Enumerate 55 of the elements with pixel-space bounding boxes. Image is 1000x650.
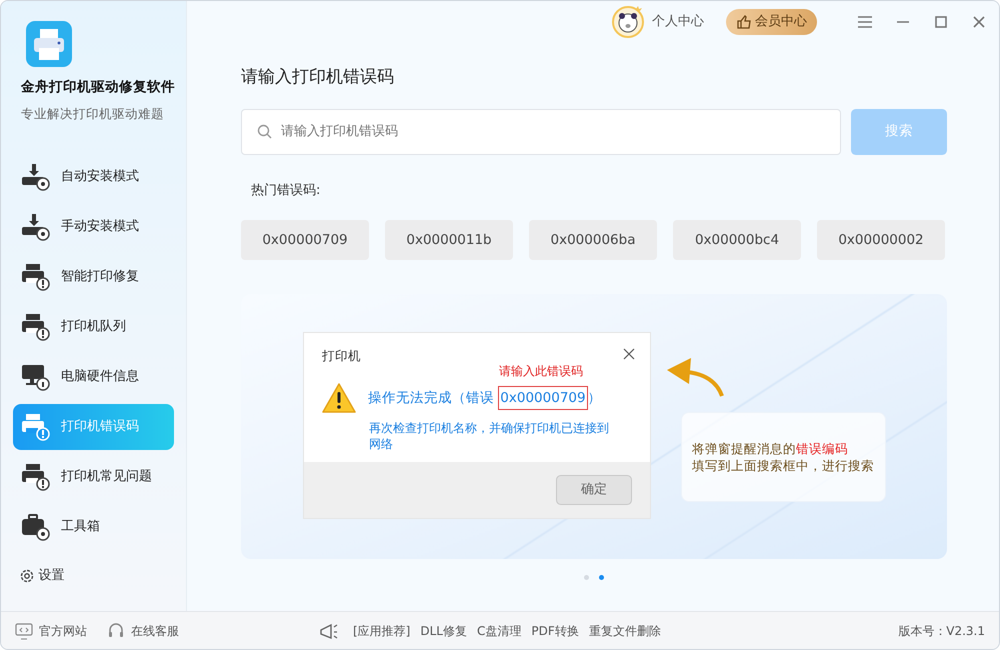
- annotation-text: 请输入此错误码: [499, 362, 584, 380]
- headset-icon: [107, 622, 125, 640]
- nav-item[interactable]: 智能打印修复: [13, 254, 174, 300]
- promo-label: [应用推荐]: [353, 622, 410, 640]
- tip-text: 将弹窗提醒消息的错误编码: [692, 440, 849, 457]
- support-link[interactable]: 在线客服: [131, 622, 179, 640]
- app-name: 金舟打印机驱动修复软件: [21, 78, 176, 97]
- search-icon: [257, 124, 272, 138]
- promo-link[interactable]: PDF转换: [531, 622, 579, 640]
- monitor-icon: [21, 363, 51, 391]
- avatar-icon[interactable]: [612, 6, 644, 38]
- monitor-icon: [15, 622, 33, 640]
- toolbox-icon: [21, 513, 51, 541]
- member-center-button[interactable]: 会员中心: [726, 9, 817, 35]
- version-text: 版本号：V2.3.1: [898, 622, 985, 640]
- download-icon: [21, 163, 51, 191]
- hot-codes-label: 热门错误码:: [251, 182, 322, 200]
- app-logo-icon: [26, 21, 72, 67]
- nav-item[interactable]: 自动安装模式: [13, 154, 174, 200]
- error-code-chip[interactable]: 0x00000bc4: [673, 220, 801, 260]
- carousel-dot[interactable]: [584, 575, 589, 580]
- printer-icon: [21, 413, 51, 441]
- close-icon: [622, 347, 636, 361]
- thumbs-up-icon: [736, 14, 752, 30]
- ok-button[interactable]: 确定: [556, 475, 632, 505]
- promo-link[interactable]: C盘清理: [477, 622, 522, 640]
- nav-item[interactable]: 工具箱: [13, 504, 174, 550]
- download-icon: [21, 213, 51, 241]
- carousel-dot[interactable]: [599, 575, 604, 580]
- error-code-chip[interactable]: 0x0000011b: [385, 220, 513, 260]
- settings-link[interactable]: 设置: [19, 566, 186, 586]
- dialog-title: 打印机: [322, 347, 361, 365]
- error-code-chip[interactable]: 0x00000002: [817, 220, 945, 260]
- settings-icon: [19, 568, 35, 584]
- error-message: 操作无法完成（错误 0x00000709）: [368, 388, 602, 408]
- warning-icon: [322, 382, 356, 414]
- app-subtitle: 专业解决打印机驱动难题: [21, 105, 165, 124]
- search-field[interactable]: 请输入打印机错误码: [241, 108, 841, 154]
- nav-item[interactable]: 打印机队列: [13, 304, 174, 350]
- error-code-chip[interactable]: 0x000006ba: [529, 220, 657, 260]
- page-heading: 请输入打印机错误码: [241, 66, 395, 89]
- error-detail: 再次检查打印机名称，并确保打印机已连接到网络: [369, 420, 609, 452]
- error-code-chip[interactable]: 0x00000709: [241, 220, 369, 260]
- website-link[interactable]: 官方网站: [39, 622, 87, 640]
- tip-text: 填写到上面搜索框中，进行搜索: [692, 457, 875, 474]
- user-center-link[interactable]: 个人中心: [652, 12, 704, 32]
- nav-item[interactable]: 手动安装模式: [13, 204, 174, 250]
- printer-icon: [21, 463, 51, 491]
- printer-icon: [21, 313, 51, 341]
- nav-item[interactable]: 打印机常见问题: [13, 454, 174, 500]
- promo-link[interactable]: DLL修复: [420, 622, 467, 640]
- promo-link[interactable]: 重复文件删除: [588, 622, 661, 640]
- nav-item[interactable]: 电脑硬件信息: [13, 354, 174, 400]
- printer-icon: [21, 263, 51, 291]
- megaphone-icon: [319, 622, 339, 640]
